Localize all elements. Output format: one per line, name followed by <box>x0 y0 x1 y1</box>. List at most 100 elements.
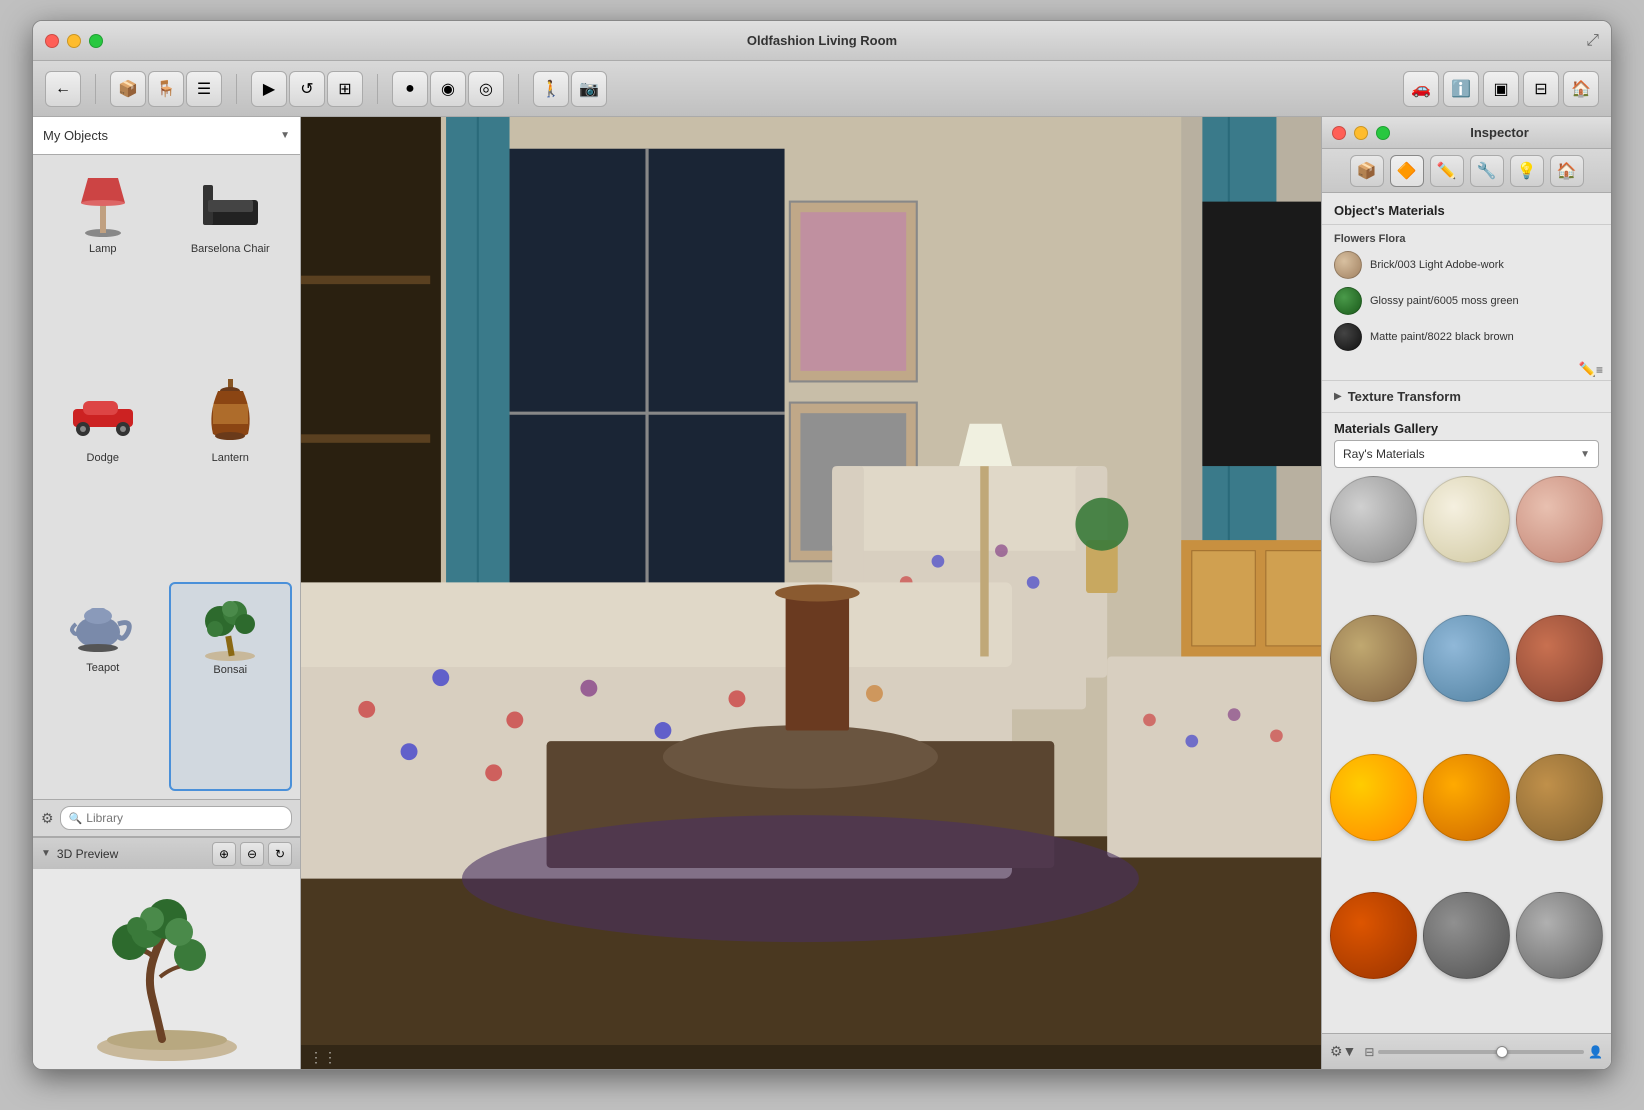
main-content: My Objects ▼ Lamp <box>33 117 1611 1069</box>
inspector-tabs: 📦 🔶 ✏️ 🔧 💡 🏠 <box>1322 149 1611 193</box>
toolbar-group-tools: ▶ ↺ ⊞ <box>251 71 363 107</box>
object-item-teapot[interactable]: Teapot <box>41 582 165 791</box>
objects-icon-button[interactable]: 📦 <box>110 71 146 107</box>
material-item-matte[interactable]: Matte paint/8022 black brown <box>1326 319 1607 355</box>
rotate-tool-button[interactable]: ↺ <box>289 71 325 107</box>
minimize-button[interactable] <box>67 34 81 48</box>
gallery-item-6[interactable] <box>1516 615 1603 702</box>
objects-dropdown-label: My Objects <box>43 128 280 143</box>
object-label-dodge: Dodge <box>87 452 119 464</box>
select-tool-button[interactable]: ▶ <box>251 71 287 107</box>
inspector-panel: Inspector 📦 🔶 ✏️ 🔧 💡 🏠 Object's Material… <box>1321 117 1611 1069</box>
search-gear-icon[interactable]: ⚙ <box>41 810 54 827</box>
object-item-bonsai[interactable]: Bonsai <box>169 582 293 791</box>
object-label-barselona-chair: Barselona Chair <box>191 243 270 255</box>
inspector-slider[interactable] <box>1378 1050 1584 1054</box>
expand-icon[interactable]: ⤢ <box>1586 32 1599 50</box>
texture-transform-section: ▶ Texture Transform <box>1322 380 1611 412</box>
gallery-item-11[interactable] <box>1423 892 1510 979</box>
viewport[interactable]: ⋮⋮ <box>301 117 1321 1069</box>
object-item-dodge[interactable]: Dodge <box>41 372 165 577</box>
texture-transform-header[interactable]: ▶ Texture Transform <box>1334 389 1599 404</box>
chair-icon-button[interactable]: 🪑 <box>148 71 184 107</box>
object-item-lamp[interactable]: Lamp <box>41 163 165 368</box>
inspector-minimize-button[interactable] <box>1354 126 1368 140</box>
inspector-tab-edit[interactable]: ✏️ <box>1430 155 1464 187</box>
material-item-glossy[interactable]: Glossy paint/6005 moss green <box>1326 283 1607 319</box>
main-window: Oldfashion Living Room ⤢ ← 📦 🪑 ☰ ▶ ↺ ⊞ ●… <box>32 20 1612 1070</box>
inspector-title: Inspector <box>1398 125 1601 140</box>
scene-svg <box>301 117 1321 1069</box>
gallery-item-12[interactable] <box>1516 892 1603 979</box>
gallery-item-9[interactable] <box>1516 754 1603 841</box>
gallery-item-10[interactable] <box>1330 892 1417 979</box>
object-icon-barselona-chair <box>194 171 266 239</box>
inspector-slider-container: ⊟ 👤 <box>1364 1045 1603 1059</box>
circle2-button[interactable]: ◉ <box>430 71 466 107</box>
zoom-in-button[interactable]: ⊕ <box>212 842 236 866</box>
texture-transform-expand-icon: ▶ <box>1334 391 1342 402</box>
home-button[interactable]: 🏠 <box>1563 71 1599 107</box>
circle1-button[interactable]: ● <box>392 71 428 107</box>
inspector-tab-objects[interactable]: 📦 <box>1350 155 1384 187</box>
gallery-item-8[interactable] <box>1423 754 1510 841</box>
inspector-tab-materials[interactable]: 🔶 <box>1390 155 1424 187</box>
inspector-slider-thumb[interactable] <box>1496 1046 1508 1058</box>
inspector-tab-home[interactable]: 🏠 <box>1550 155 1584 187</box>
gallery-grid <box>1322 476 1611 1033</box>
preview-header[interactable]: ▼ 3D Preview ⊕ ⊖ ↻ <box>33 837 300 869</box>
info-button[interactable]: ℹ️ <box>1443 71 1479 107</box>
car-icon-button[interactable]: 🚗 <box>1403 71 1439 107</box>
slider-left-icon: ⊟ <box>1364 1045 1374 1059</box>
object-label-lantern: Lantern <box>212 452 249 464</box>
gallery-item-5[interactable] <box>1423 615 1510 702</box>
maximize-button[interactable] <box>89 34 103 48</box>
inspector-gear-icon[interactable]: ⚙▼ <box>1330 1043 1356 1060</box>
view2-button[interactable]: ⊟ <box>1523 71 1559 107</box>
list-icon-button[interactable]: ☰ <box>186 71 222 107</box>
preview-label: 3D Preview <box>57 847 118 861</box>
material-item-brick[interactable]: Brick/003 Light Adobe-work <box>1326 247 1607 283</box>
object-label-bonsai: Bonsai <box>213 664 247 676</box>
objects-dropdown[interactable]: My Objects ▼ <box>33 117 300 155</box>
circle3-button[interactable]: ◎ <box>468 71 504 107</box>
inspector-tab-settings[interactable]: 🔧 <box>1470 155 1504 187</box>
edit-material-icon[interactable]: ✏️ <box>1579 361 1596 378</box>
search-input-container[interactable]: 🔍 <box>60 806 292 830</box>
gallery-item-2[interactable] <box>1423 476 1510 563</box>
toolbar-separator-4 <box>518 74 519 104</box>
gallery-item-1[interactable] <box>1330 476 1417 563</box>
texture-transform-label: Texture Transform <box>1348 389 1461 404</box>
object-item-lantern[interactable]: Lantern <box>169 372 293 577</box>
back-button[interactable]: ← <box>45 71 81 107</box>
viewport-handle-icon: ⋮⋮ <box>309 1049 337 1066</box>
camera-button[interactable]: 📷 <box>571 71 607 107</box>
material-name-glossy: Glossy paint/6005 moss green <box>1370 294 1519 308</box>
material-menu-icon[interactable]: ≡ <box>1596 363 1603 377</box>
gallery-item-7[interactable] <box>1330 754 1417 841</box>
preview-collapse-icon: ▼ <box>41 848 51 859</box>
inspector-tab-light[interactable]: 💡 <box>1510 155 1544 187</box>
gallery-item-3[interactable] <box>1516 476 1603 563</box>
rotate-preview-button[interactable]: ↻ <box>268 842 292 866</box>
view1-button[interactable]: ▣ <box>1483 71 1519 107</box>
left-panel: My Objects ▼ Lamp <box>33 117 301 1069</box>
gallery-item-4[interactable] <box>1330 615 1417 702</box>
material-row-actions: ✏️ ≡ <box>1322 359 1611 380</box>
object-item-barselona-chair[interactable]: Barselona Chair <box>169 163 293 368</box>
gallery-dropdown[interactable]: Ray's Materials ▼ <box>1334 440 1599 468</box>
object-label-lamp: Lamp <box>89 243 117 255</box>
object-icon-lantern <box>194 380 266 448</box>
materials-group-header: Flowers Flora <box>1326 229 1607 247</box>
search-magnifier-icon: 🔍 <box>69 812 83 825</box>
search-bar: ⚙ 🔍 <box>33 799 300 837</box>
inspector-close-button[interactable] <box>1332 126 1346 140</box>
inspector-maximize-button[interactable] <box>1376 126 1390 140</box>
zoom-out-button[interactable]: ⊖ <box>240 842 264 866</box>
close-button[interactable] <box>45 34 59 48</box>
walk-button[interactable]: 🚶 <box>533 71 569 107</box>
grid-tool-button[interactable]: ⊞ <box>327 71 363 107</box>
toolbar-group-render: 🚶 📷 <box>533 71 607 107</box>
search-input[interactable] <box>86 811 283 825</box>
gallery-dropdown-label: Ray's Materials <box>1343 447 1580 461</box>
